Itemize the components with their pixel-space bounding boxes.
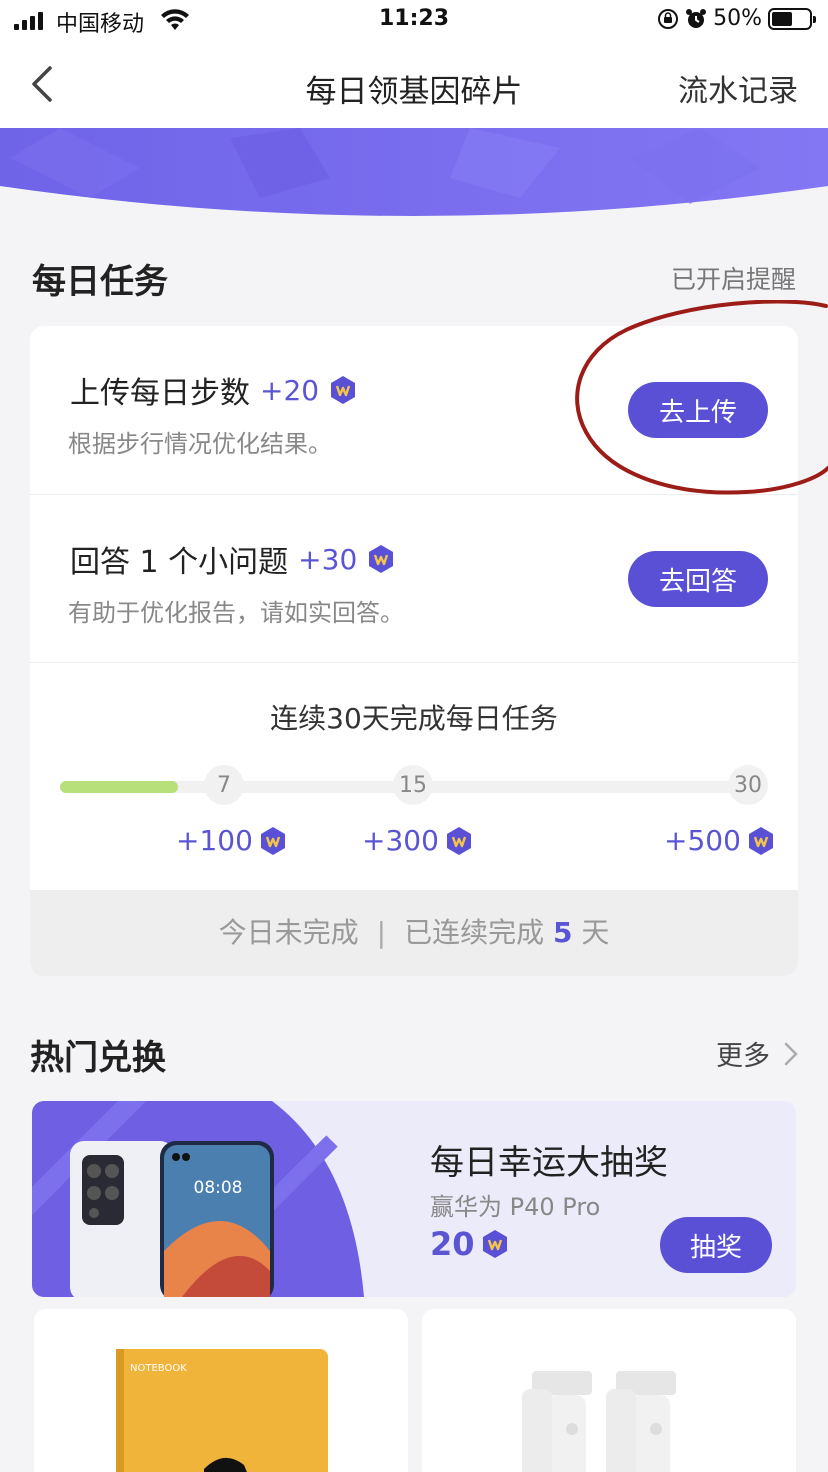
streak-progress-fill: [60, 781, 178, 793]
gene-fragment-icon: [369, 545, 394, 573]
more-label: 更多: [716, 1041, 770, 1072]
streak-title: 连续30天完成每日任务: [270, 702, 558, 735]
chevron-right-icon: [784, 1042, 798, 1065]
alarm-icon: [686, 8, 707, 28]
task-reward: +30: [298, 542, 358, 576]
answer-button[interactable]: 去回答: [628, 551, 768, 607]
header-banner: [0, 128, 828, 220]
gene-fragment-icon: [260, 826, 285, 855]
bottles-image: [522, 1371, 676, 1472]
milestone-reward: +500: [664, 824, 775, 857]
milestone-reward: +300: [362, 824, 473, 857]
streak-days-count: 5: [552, 916, 573, 949]
lottery-card[interactable]: 08:08 每日幸运大抽奖 赢华为 P40 Pro 20 抽奖: [32, 1101, 796, 1297]
streak-status-bar: 今日未完成 | 已连续完成 5 天: [30, 890, 798, 976]
task-title: 上传每日步数: [70, 376, 250, 411]
product-card-notebook[interactable]: NOTEBOOK: [34, 1309, 408, 1472]
draw-button[interactable]: 抽奖: [660, 1217, 772, 1273]
red-annotation-circle: [575, 300, 828, 495]
notebook-image: NOTEBOOK: [116, 1349, 328, 1472]
product-card-bottles[interactable]: [422, 1309, 796, 1472]
lottery-price: 20: [430, 1225, 509, 1263]
task-answer-question: 回答 1 个小问题 +30 有助于优化报告，请如实回答。 去回答: [30, 494, 798, 662]
gene-fragment-icon: [482, 1230, 507, 1258]
milestone-marker: 15: [393, 765, 433, 805]
daily-tasks-title: 每日任务: [32, 262, 168, 302]
more-link[interactable]: 更多: [716, 1034, 798, 1073]
status-bar: 中国移动 11:23 50%: [0, 0, 828, 44]
transaction-record-link[interactable]: 流水记录: [678, 66, 798, 110]
separator: |: [376, 916, 387, 949]
orientation-lock-icon: [658, 8, 679, 29]
hot-exchange-title: 热门兑换: [30, 1038, 166, 1078]
milestone-marker: 30: [728, 765, 768, 805]
task-reward: +20: [260, 373, 320, 407]
reminder-status[interactable]: 已开启提醒: [671, 260, 796, 296]
streak-prefix: 已连续完成: [404, 916, 545, 949]
battery-icon: [768, 7, 816, 30]
task-description: 根据步行情况优化结果。: [68, 430, 332, 458]
lottery-title: 每日幸运大抽奖: [430, 1143, 668, 1183]
gene-fragment-icon: [331, 376, 356, 404]
task-description: 有助于优化报告，请如实回答。: [68, 599, 404, 627]
lottery-subtitle: 赢华为 P40 Pro: [430, 1193, 601, 1221]
milestone-marker: 7: [204, 765, 244, 805]
streak-suffix: 天: [581, 916, 610, 949]
today-status: 今日未完成: [218, 916, 359, 949]
nav-bar: 每日领基因碎片 流水记录: [0, 44, 828, 128]
task-title: 回答 1 个小问题: [70, 545, 289, 580]
battery-percent: 50%: [713, 6, 762, 31]
notebook-cover-text: NOTEBOOK: [130, 1363, 187, 1374]
gene-fragment-icon: [446, 826, 471, 855]
phone-screen-time: 08:08: [194, 1178, 243, 1198]
gene-fragment-icon: [748, 826, 773, 855]
milestone-reward: +100: [176, 824, 287, 857]
